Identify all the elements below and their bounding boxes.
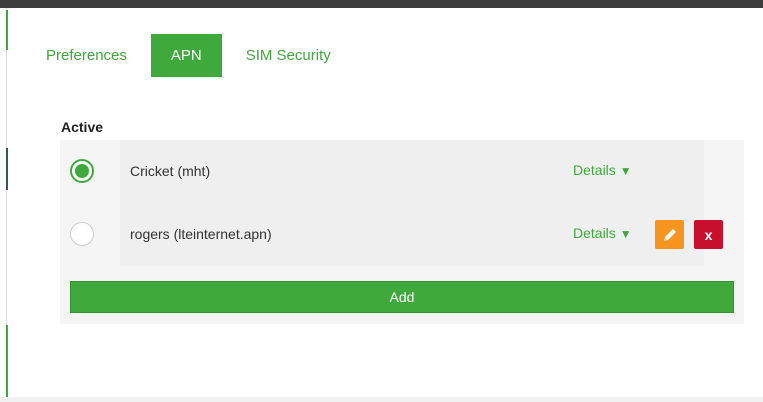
details-label: Details (573, 162, 616, 178)
left-accent-top (6, 10, 8, 50)
pencil-icon (663, 228, 676, 241)
apn-radio-unselected[interactable] (70, 222, 94, 246)
apn-name: rogers (lteinternet.apn) (130, 226, 272, 242)
apn-row: Cricket (mht) Details ▼ (60, 140, 744, 203)
tab-sim-security[interactable]: SIM Security (236, 34, 341, 77)
details-toggle[interactable]: Details ▼ (573, 162, 632, 178)
apn-name: Cricket (mht) (130, 163, 211, 179)
details-label: Details (573, 225, 616, 241)
tab-apn[interactable]: APN (150, 34, 222, 77)
add-apn-button[interactable]: Add (70, 281, 734, 313)
edit-apn-button[interactable] (655, 220, 684, 249)
top-bar (0, 0, 763, 8)
bottom-divider (0, 397, 763, 402)
tab-preferences[interactable]: Preferences (36, 34, 137, 77)
left-accent-bottom (6, 325, 8, 402)
tab-bar: Preferences APN SIM Security (36, 34, 341, 77)
apn-row: rogers (lteinternet.apn) Details ▼ (60, 203, 744, 266)
triangle-down-icon: ▼ (619, 164, 632, 178)
left-accent-middle (6, 148, 8, 190)
apn-list-panel: Cricket (mht) Details ▼ rogers (lteintern… (60, 140, 744, 324)
details-toggle[interactable]: Details ▼ (573, 225, 632, 241)
close-icon: x (704, 226, 713, 243)
section-label-active: Active (61, 119, 104, 135)
apn-radio-selected[interactable] (70, 159, 94, 183)
triangle-down-icon: ▼ (619, 227, 632, 241)
delete-apn-button[interactable]: x (694, 220, 723, 249)
